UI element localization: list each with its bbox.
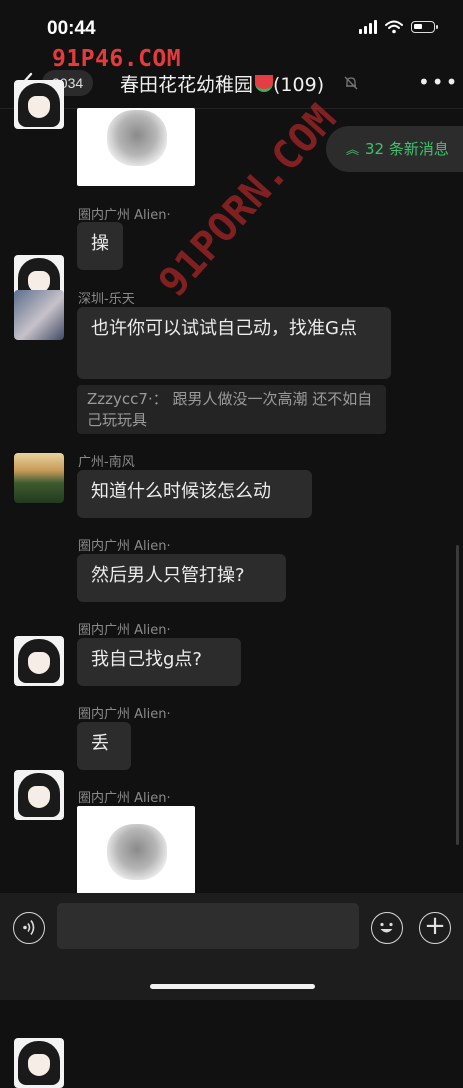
voice-input-icon[interactable] [13, 912, 45, 944]
signal-icon [359, 20, 377, 34]
message-bubble[interactable]: 也许你可以试试自己动，找准G点 [77, 307, 391, 379]
wifi-icon [385, 20, 403, 34]
sender-name: 圈内广州 Alien· [78, 707, 171, 722]
sticker-image[interactable] [77, 806, 195, 894]
voice-wave-icon [23, 920, 35, 935]
nav-divider [0, 108, 463, 109]
sender-name: 圈内广州 Alien· [78, 208, 171, 223]
double-chevron-up-icon: ︽ [346, 143, 360, 158]
home-indicator[interactable] [150, 984, 315, 989]
message-bubble[interactable]: 操 [77, 222, 123, 270]
avatar[interactable] [14, 770, 64, 820]
watermelon-icon [255, 75, 274, 92]
message-input[interactable] [57, 903, 359, 949]
avatar[interactable] [14, 80, 64, 129]
message-bubble[interactable]: 我自己找g点? [77, 638, 241, 686]
chat-title-text: 春田花花幼稚园 [120, 74, 254, 96]
plus-icon[interactable]: + [419, 912, 451, 944]
watermark-top: 91P46.COM [52, 46, 182, 72]
smiley-face-icon [380, 922, 393, 933]
new-messages-label: 32 条新消息 [365, 140, 449, 158]
status-time: 00:44 [47, 18, 96, 39]
message-bubble[interactable]: 然后男人只管打操? [77, 554, 286, 602]
status-icons [359, 20, 438, 34]
sticker-image[interactable] [77, 108, 195, 186]
sender-name: 圈内广州 Alien· [78, 539, 171, 554]
battery-icon [411, 21, 438, 33]
quoted-message[interactable]: Zzzycc7·： 跟男人做没一次高潮 还不如自己玩玩具 [77, 385, 386, 434]
scrollbar[interactable] [456, 545, 459, 845]
chat-title: 春田花花幼稚园 (109) [120, 70, 324, 97]
message-bubble[interactable]: 丢 [77, 722, 131, 770]
avatar[interactable] [14, 290, 64, 340]
more-options-button[interactable]: ••• [418, 70, 459, 94]
sender-name: 广州-南风 [78, 455, 135, 470]
avatar[interactable] [14, 453, 64, 503]
sender-name: 圈内广州 Alien· [78, 791, 171, 806]
avatar[interactable] [14, 1038, 64, 1088]
sender-name: 深圳-乐天 [78, 292, 135, 307]
sender-name: 圈内广州 Alien· [78, 623, 171, 638]
member-count: (109) [273, 74, 325, 96]
new-messages-button[interactable]: ︽ 32 条新消息 [326, 126, 463, 172]
message-bubble[interactable]: 知道什么时候该怎么动 [77, 470, 312, 518]
mute-bell-icon [344, 76, 358, 90]
emoji-icon[interactable] [371, 912, 403, 944]
avatar[interactable] [14, 636, 64, 686]
